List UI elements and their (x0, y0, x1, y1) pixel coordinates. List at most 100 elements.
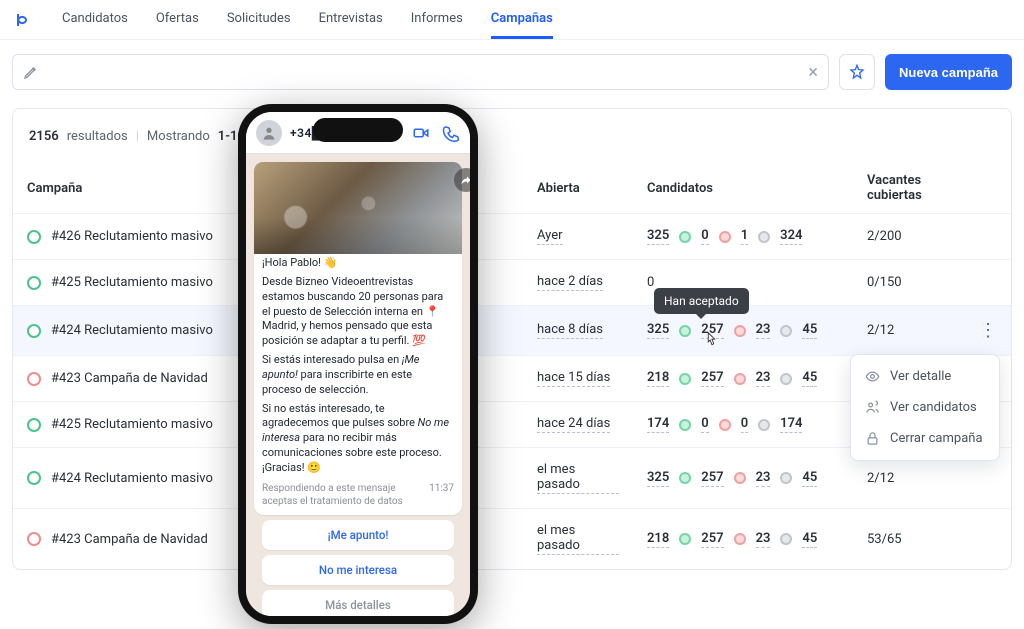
menu-close-campaign[interactable]: Cerrar campaña (851, 423, 999, 454)
rejected-count[interactable]: 23 (756, 470, 771, 487)
pending-count[interactable]: 174 (780, 416, 802, 433)
candidates-total[interactable]: 174 (647, 416, 669, 433)
campaign-name: #424 Reclutamiento masivo (51, 323, 213, 338)
nav-tab-candidatos[interactable]: Candidatos (62, 1, 128, 39)
message-time: 11:37 (429, 482, 454, 509)
pending-count[interactable]: 45 (802, 531, 817, 548)
nav-tabs: Candidatos Ofertas Solicitudes Entrevistas I… (62, 1, 553, 39)
phone-icon[interactable] (442, 124, 460, 142)
opened-date: hace 8 días (537, 322, 603, 339)
pending-count[interactable]: 45 (802, 322, 817, 339)
rejected-count[interactable]: 0 (741, 416, 748, 433)
opened-date: hace 24 días (537, 416, 610, 433)
video-icon[interactable] (412, 124, 430, 142)
table-row[interactable]: #426 Reclutamiento masivoAyer 325 0 1 32… (13, 214, 1011, 260)
favorite-button[interactable] (839, 54, 875, 90)
message-bubble: ¡Hola Pablo! 👋 Desde Bizneo Videoentrevi… (254, 162, 462, 515)
accepted-dot (679, 419, 691, 431)
pending-count[interactable]: 45 (802, 370, 817, 387)
vacancies-filled: 2/12 (867, 471, 894, 486)
status-dot (27, 532, 41, 546)
users-icon (865, 400, 880, 415)
phone-preview: +34█ ███ ██9 ¡Hola Pablo! 👋 Desde Bizneo… (238, 104, 478, 624)
accepted-count[interactable]: 0 (701, 416, 708, 433)
pending-dot (780, 533, 792, 545)
message-photo (254, 162, 462, 254)
status-dot (27, 276, 41, 290)
campaign-name: #426 Reclutamiento masivo (51, 229, 213, 244)
nav-tab-campañas[interactable]: Campañas (491, 1, 553, 39)
star-icon (849, 64, 865, 80)
accepted-count[interactable]: 257 (701, 531, 723, 548)
vacancies-filled: 2/12 (867, 323, 894, 338)
pending-count[interactable]: 45 (802, 470, 817, 487)
rejected-dot (734, 472, 746, 484)
accepted-count[interactable]: 257 (701, 370, 723, 387)
top-nav: Candidatos Ofertas Solicitudes Entrevistas I… (0, 0, 1024, 40)
rejected-dot (719, 231, 731, 243)
table-row[interactable]: #424 Reclutamiento masivo hace 8 días 325… (13, 306, 1011, 356)
campaign-name: #423 Campaña de Navidad (51, 371, 208, 386)
accepted-count[interactable]: 257 (701, 322, 723, 339)
reply-yes-button[interactable]: ¡Me apunto! (262, 520, 454, 550)
col-vacancies: Vacantes cubiertas (853, 163, 965, 214)
nav-tab-informes[interactable]: Informes (411, 1, 463, 39)
clear-icon[interactable]: × (808, 62, 818, 83)
reply-more-button[interactable]: Más detalles (262, 590, 454, 616)
accepted-count[interactable]: 257 (701, 470, 723, 487)
phone-notch (313, 118, 403, 142)
pending-dot (780, 472, 792, 484)
status-dot (27, 418, 41, 432)
vacancies-filled: 2/200 (867, 229, 902, 244)
new-campaign-button[interactable]: Nueva campaña (885, 54, 1012, 90)
candidates-total[interactable]: 325 (647, 228, 669, 245)
rejected-count[interactable]: 23 (756, 322, 771, 339)
status-dot (27, 324, 41, 338)
reply-no-button[interactable]: No me interesa (262, 555, 454, 585)
search-input[interactable]: × (12, 54, 829, 90)
candidates-total[interactable]: 218 (647, 370, 669, 387)
campaign-name: #424 Reclutamiento masivo (51, 471, 213, 486)
rejected-count[interactable]: 1 (741, 228, 748, 245)
candidates-total[interactable]: 218 (647, 531, 669, 548)
menu-view-candidates[interactable]: Ver candidatos (851, 392, 999, 423)
menu-view-detail[interactable]: Ver detalle (851, 361, 999, 392)
accepted-dot (679, 472, 691, 484)
opened-date: el mes pasado (537, 523, 619, 555)
rejected-dot (734, 325, 746, 337)
col-candidates: Candidatos (633, 163, 853, 214)
vacancies-filled: 53/65 (867, 532, 902, 547)
candidates-total[interactable]: 325 (647, 322, 669, 339)
accepted-dot (679, 231, 691, 243)
pending-dot (758, 419, 770, 431)
table-row[interactable]: #423 Campaña de Navidadel mes pasado 218… (13, 509, 1011, 570)
eye-icon (865, 369, 880, 384)
accepted-dot (679, 373, 691, 385)
accepted-count[interactable]: 0 (701, 228, 708, 245)
opened-date: hace 15 días (537, 370, 610, 387)
pending-count[interactable]: 324 (780, 228, 802, 245)
candidates-total[interactable]: 325 (647, 470, 669, 487)
pending-dot (758, 231, 770, 243)
opened-date: hace 2 días (537, 274, 603, 291)
accepted-dot (679, 325, 691, 337)
col-campaign: Campaña (13, 163, 243, 214)
disclaimer-text: Respondiendo a este mensaje aceptas el t… (262, 482, 429, 509)
table-row[interactable]: #425 Reclutamiento masivohace 2 días00/1… (13, 260, 1011, 306)
rejected-count[interactable]: 23 (756, 531, 771, 548)
campaigns-panel: 2156 resultados | Mostrando 1-10 ‹ › Cam… (12, 108, 1012, 570)
accepted-dot (679, 533, 691, 545)
status-dot (27, 372, 41, 386)
nav-tab-entrevistas[interactable]: Entrevistas (319, 1, 383, 39)
lock-icon (865, 431, 880, 446)
vacancies-filled: 0/150 (867, 275, 902, 290)
rejected-dot (734, 533, 746, 545)
rejected-count[interactable]: 23 (756, 370, 771, 387)
rejected-dot (734, 373, 746, 385)
more-icon[interactable]: ⋮ (979, 320, 997, 341)
pending-dot (780, 325, 792, 337)
status-dot (27, 230, 41, 244)
toolbar: × Nueva campaña (0, 40, 1024, 108)
nav-tab-ofertas[interactable]: Ofertas (156, 1, 199, 39)
nav-tab-solicitudes[interactable]: Solicitudes (227, 1, 291, 39)
